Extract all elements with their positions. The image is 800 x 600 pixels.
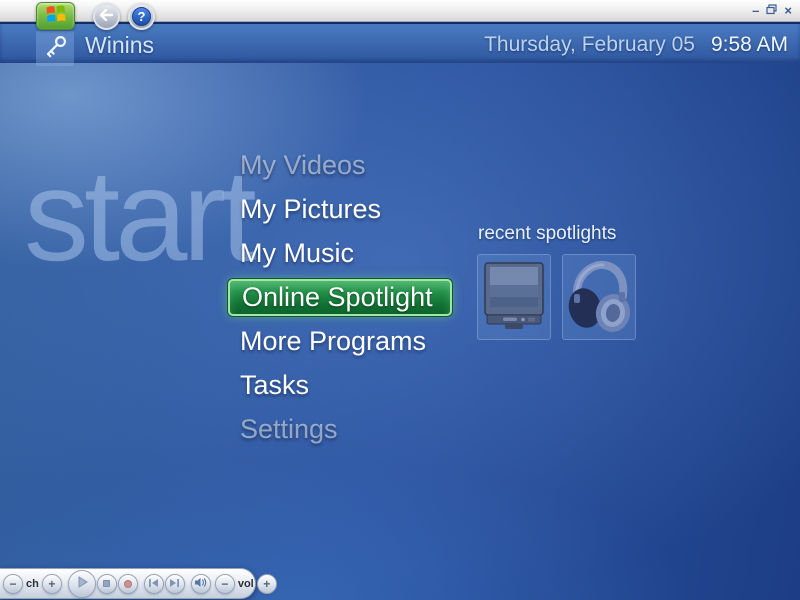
skip-forward-button[interactable] [164, 573, 185, 594]
channel-label: ch [26, 577, 39, 590]
record-icon [123, 579, 132, 588]
plus-icon: + [263, 576, 271, 591]
windows-flag-icon [45, 5, 67, 27]
restore-icon[interactable] [766, 4, 778, 17]
menu-item-tasks[interactable]: Tasks [228, 363, 452, 407]
stop-icon [103, 580, 111, 587]
recent-spotlights-row [477, 254, 636, 340]
menu-item-online-spotlight-selected[interactable]: Online Spotlight [228, 278, 452, 316]
key-icon [42, 33, 69, 65]
menu-item-my-videos[interactable]: My Videos [228, 143, 452, 187]
minus-icon: − [221, 576, 229, 591]
headphones-thumbnail-icon [565, 256, 633, 339]
close-button[interactable]: × [784, 4, 792, 17]
start-menu: My Videos My Pictures My Music Online Sp… [228, 143, 452, 451]
channel-up-button[interactable]: + [41, 573, 62, 594]
page-title: Winins [85, 32, 155, 58]
app-icon-tile [36, 31, 74, 66]
back-arrow-icon [99, 8, 114, 24]
spotlight-thumbnail-monitor[interactable] [477, 254, 551, 340]
recent-spotlights-label: recent spotlights [478, 223, 617, 244]
play-button[interactable] [67, 569, 96, 598]
start-button[interactable] [36, 2, 75, 30]
help-button[interactable]: ? [128, 3, 155, 30]
date-label: Thursday, February 05 [484, 33, 695, 56]
stop-button[interactable] [96, 573, 117, 594]
menu-item-my-pictures[interactable]: My Pictures [228, 187, 452, 231]
spotlight-thumbnail-headphones[interactable] [562, 254, 636, 340]
window-controls: – × [752, 4, 792, 17]
datetime: Thursday, February 05 9:58 AM [484, 33, 788, 57]
titlebar: – × [0, 0, 800, 22]
skip-back-icon [148, 576, 159, 591]
header-band: Winins Thursday, February 05 9:58 AM [0, 22, 800, 66]
skip-back-button[interactable] [143, 573, 164, 594]
start-watermark: start [24, 142, 257, 288]
question-mark-icon: ? [132, 7, 151, 26]
monitor-thumbnail-icon [481, 257, 547, 338]
minimize-button[interactable]: – [752, 4, 759, 17]
volume-up-button[interactable]: + [256, 573, 277, 594]
skip-forward-icon [169, 576, 180, 591]
channel-down-button[interactable]: − [3, 573, 23, 594]
time-label: 9:58 AM [710, 33, 788, 56]
minus-icon: − [9, 576, 17, 591]
menu-item-settings[interactable]: Settings [228, 407, 452, 451]
media-control-bar: − ch + − vol + [0, 568, 277, 599]
menu-item-more-programs[interactable]: More Programs [228, 319, 452, 363]
media-center-window: start – × ? Winins Thursday, February 05… [0, 0, 800, 600]
record-button[interactable] [117, 573, 138, 594]
mute-button[interactable] [190, 573, 211, 594]
menu-item-my-music[interactable]: My Music [228, 231, 452, 275]
back-button[interactable] [93, 3, 120, 30]
volume-down-button[interactable]: − [214, 573, 235, 594]
plus-icon: + [48, 576, 56, 591]
speaker-icon [194, 576, 207, 591]
volume-label: vol [237, 577, 254, 590]
play-icon [75, 575, 89, 592]
